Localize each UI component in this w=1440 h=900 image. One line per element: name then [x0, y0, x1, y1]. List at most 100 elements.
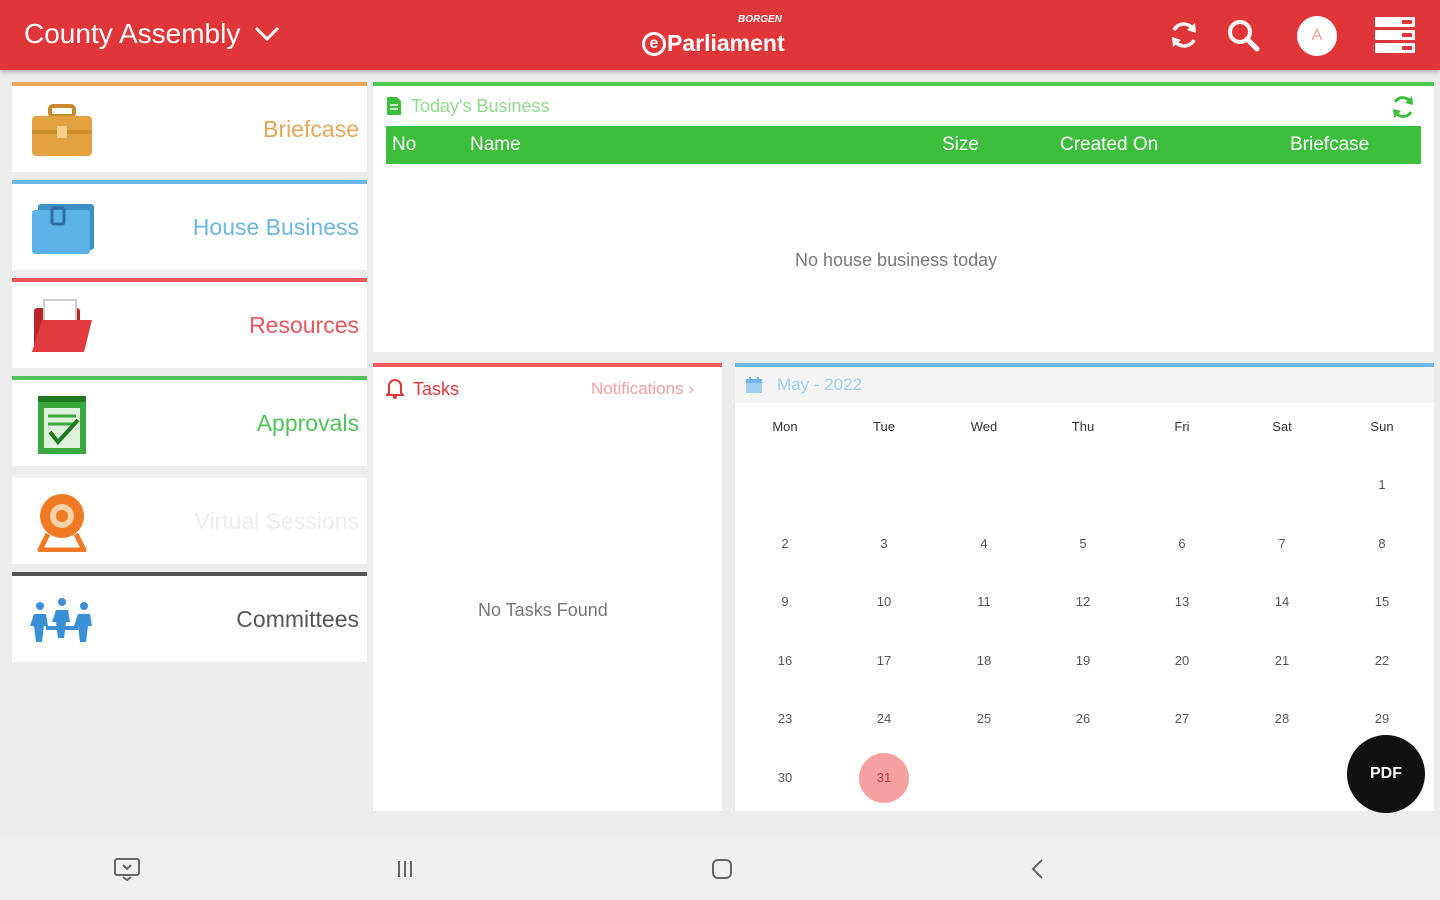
calendar-day[interactable]: 14 [1257, 577, 1307, 627]
column-header[interactable]: Created On [1060, 134, 1158, 156]
sidebar-item-committees[interactable]: Committees [12, 572, 367, 662]
tasks-empty-message: No Tasks Found [478, 600, 608, 620]
assembly-dropdown[interactable]: County Assembly [24, 18, 280, 50]
webcam-icon [37, 494, 87, 552]
calendar-day[interactable]: 8 [1357, 519, 1407, 569]
weekday-header: Tue [873, 419, 895, 434]
calendar-day[interactable]: 22 [1357, 636, 1407, 686]
sidebar-item-label: House Business [192, 214, 359, 240]
weekday-header: Fri [1174, 419, 1190, 434]
calendar-day[interactable]: 23 [760, 694, 810, 744]
assembly-label: County Assembly [24, 18, 241, 49]
calendar-day[interactable]: 26 [1058, 694, 1108, 744]
home-button[interactable] [706, 854, 738, 884]
tasks-panel: Tasks Notifications › No Tasks Found [373, 363, 722, 811]
sidebar-item-resources[interactable]: Resources [12, 278, 367, 368]
calendar-day[interactable]: 12 [1058, 577, 1108, 627]
calendar-day[interactable]: 25 [959, 694, 1009, 744]
open-folder-icon [32, 299, 92, 352]
business-title: Today's Business [411, 96, 550, 116]
calendar-header: May - 2022 [735, 367, 1434, 403]
calendar-day[interactable]: 30 [760, 753, 810, 803]
calendar-day-selected[interactable]: 31 [859, 752, 909, 803]
sidebar-item-virtual-sessions[interactable]: Virtual Sessions [12, 474, 367, 564]
weekday-header: Wed [970, 419, 998, 434]
search-button[interactable] [1224, 16, 1262, 54]
checklist-icon [38, 396, 86, 454]
sidebar-item-label: Resources [249, 312, 359, 338]
logo-e-mark: e [642, 31, 666, 56]
briefcase-icon [32, 104, 92, 156]
calendar-day[interactable]: 28 [1257, 694, 1307, 744]
calendar-day[interactable]: 3 [859, 519, 909, 569]
calendar-day[interactable]: 1 [1357, 460, 1407, 510]
calendar-day[interactable]: 17 [859, 636, 909, 686]
weekday-header: Thu [1071, 419, 1095, 434]
column-header[interactable]: Name [470, 134, 521, 156]
home-icon [712, 859, 732, 879]
app-logo: BORGEN e Parliament [642, 14, 802, 58]
folder-icon [32, 204, 94, 254]
calendar-day[interactable]: 7 [1257, 519, 1307, 569]
calendar-day[interactable]: 16 [760, 636, 810, 686]
sync-button[interactable] [1165, 16, 1203, 54]
calendar-day[interactable]: 19 [1058, 636, 1108, 686]
menu-button[interactable] [1374, 16, 1416, 54]
calendar-day[interactable]: 6 [1157, 519, 1207, 569]
weekday-header: Sun [1370, 419, 1394, 434]
calendar-day[interactable]: 4 [959, 519, 1009, 569]
sidebar-item-label: Committees [236, 606, 359, 632]
column-header[interactable]: Briefcase [1290, 134, 1369, 156]
column-header[interactable]: Size [942, 134, 979, 156]
refresh-icon[interactable] [1389, 93, 1417, 121]
business-table-header: No Name Size Created On Briefcase [386, 126, 1421, 164]
sidebar-item-label: Approvals [256, 410, 359, 436]
sidebar-item-approvals[interactable]: Approvals [12, 376, 367, 466]
screenshot-button[interactable] [111, 854, 143, 884]
logo-main-text: Parliament [667, 30, 785, 56]
user-avatar[interactable]: A [1297, 16, 1337, 56]
calendar-day[interactable]: 21 [1257, 636, 1307, 686]
column-header[interactable]: No [392, 134, 416, 156]
notifications-link[interactable]: Notifications › [591, 379, 694, 399]
todays-business-panel: Today's Business No Name Size Created On… [373, 82, 1434, 352]
calendar-day[interactable]: 24 [859, 694, 909, 744]
calendar-day[interactable]: 2 [760, 519, 810, 569]
calendar-panel: May - 2022 Mon Tue Wed Thu Fri Sat Sun 1 2 3 4 5 6 7 8… [735, 363, 1434, 811]
calendar-day[interactable]: 10 [859, 577, 909, 627]
tasks-title: Tasks [413, 379, 460, 399]
sidebar-item-briefcase[interactable]: Briefcase [12, 82, 367, 172]
bell-icon [386, 379, 404, 399]
calendar-day[interactable]: 5 [1058, 519, 1108, 569]
system-navigation-bar [0, 838, 1440, 900]
chevron-down-icon [255, 26, 280, 42]
app-header: County Assembly BORGEN e Parliament A [0, 0, 1440, 70]
business-empty-message: No house business today [795, 250, 998, 270]
calendar-day[interactable]: 27 [1157, 694, 1207, 744]
calendar-day[interactable]: 15 [1357, 577, 1407, 627]
calendar-month-title: May - 2022 [777, 375, 863, 394]
pdf-button[interactable]: PDF [1347, 735, 1425, 813]
recents-icon [398, 861, 412, 877]
calendar-icon [746, 377, 762, 393]
calendar-day[interactable]: 20 [1157, 636, 1207, 686]
calendar-day[interactable]: 13 [1157, 577, 1207, 627]
back-icon [1031, 859, 1043, 879]
recent-apps-button[interactable] [389, 854, 421, 884]
sync-icon [1172, 22, 1196, 48]
logo-small-text: BORGEN [738, 14, 782, 25]
weekday-header: Sat [1272, 419, 1292, 434]
calendar-day[interactable]: 9 [760, 577, 810, 627]
back-button[interactable] [1022, 854, 1054, 884]
sidebar-item-label: Briefcase [263, 116, 359, 142]
weekday-header: Mon [772, 419, 798, 434]
screen-icon [114, 858, 140, 882]
sidebar-item-label: Virtual Sessions [194, 508, 360, 534]
calendar-day[interactable]: 18 [959, 636, 1009, 686]
search-icon [1228, 20, 1260, 52]
people-icon [30, 598, 92, 642]
document-icon [387, 97, 401, 115]
sidebar-item-house-business[interactable]: House Business [12, 180, 367, 270]
menu-icon [1375, 17, 1415, 53]
calendar-day[interactable]: 11 [959, 577, 1009, 627]
